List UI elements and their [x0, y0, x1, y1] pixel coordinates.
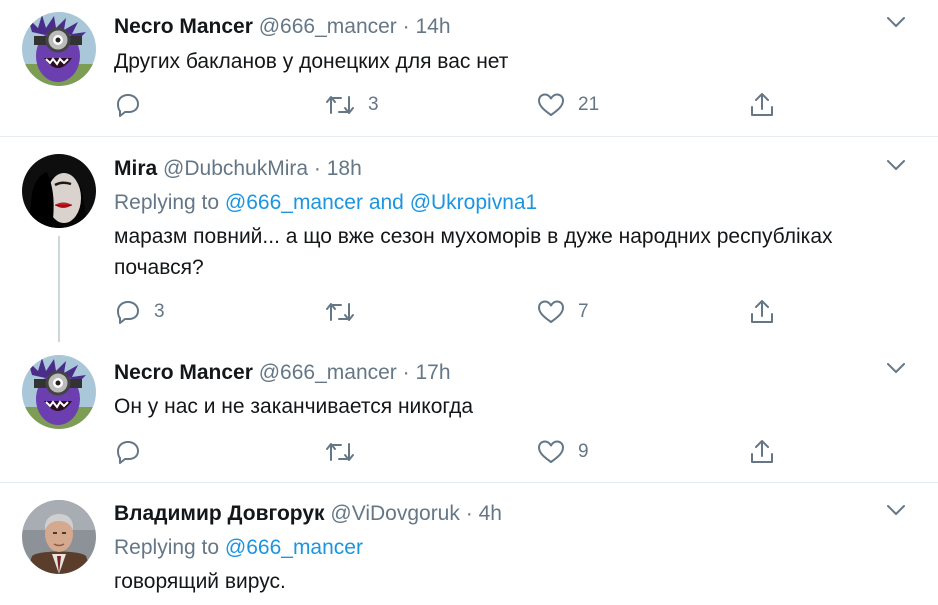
retweet-icon — [326, 303, 354, 321]
like-button[interactable]: 9 — [536, 437, 589, 467]
tweet[interactable]: Necro Mancer @666_mancer · 14h Других ба… — [0, 0, 938, 136]
replying-to: Replying to @666_mancer and @Ukropivna1 — [114, 190, 537, 216]
avatar[interactable] — [22, 355, 96, 429]
retweet-icon — [326, 443, 354, 461]
avatar[interactable] — [22, 500, 96, 574]
share-button[interactable] — [748, 297, 776, 327]
like-count: 21 — [578, 94, 600, 115]
chevron-down-icon[interactable] — [884, 502, 908, 518]
and-others-link[interactable]: and — [369, 191, 404, 214]
handle[interactable]: @ViDovgoruk — [330, 502, 460, 525]
display-name[interactable]: Mira — [114, 157, 157, 180]
timestamp[interactable]: 4h — [479, 502, 502, 525]
handle[interactable]: @666_mancer — [259, 361, 397, 384]
avatar[interactable] — [22, 154, 96, 228]
retweet-button[interactable]: 3 — [324, 90, 379, 120]
share-icon — [751, 440, 773, 463]
reply-button[interactable] — [114, 437, 154, 467]
mention-link[interactable]: @Ukropivna1 — [410, 191, 538, 214]
man-portrait-avatar-image — [22, 500, 96, 574]
avatar[interactable] — [22, 12, 96, 86]
tweet-text: Он у нас и не заканчивается никогда — [114, 395, 474, 418]
red-lips-portrait-avatar-image — [22, 154, 96, 228]
retweet-button[interactable] — [324, 437, 368, 467]
like-icon — [538, 440, 564, 463]
tweet-header: Necro Mancer @666_mancer · 14h — [114, 14, 451, 40]
display-name[interactable]: Necro Mancer — [114, 15, 253, 38]
retweet-icon — [326, 96, 354, 114]
separator-dot: · — [402, 15, 410, 38]
chevron-down-icon[interactable] — [884, 157, 908, 173]
reply-icon — [117, 94, 139, 117]
mention-link[interactable]: @666_mancer — [225, 191, 363, 214]
reply-icon — [117, 441, 139, 464]
tweet-text: маразм повний... а що вже сезон мухоморі… — [114, 225, 833, 279]
reply-icon — [117, 301, 139, 324]
share-button[interactable] — [748, 437, 776, 467]
separator-dot: · — [402, 361, 410, 384]
action-bar: 3 21 — [0, 90, 938, 120]
share-icon — [751, 300, 773, 323]
retweet-count: 3 — [368, 94, 379, 115]
display-name[interactable]: Владимир Довгорук — [114, 502, 325, 525]
timestamp[interactable]: 18h — [327, 157, 362, 180]
share-button[interactable] — [748, 90, 776, 120]
action-bar: 9 — [0, 437, 938, 467]
reply-button[interactable]: 3 — [114, 297, 165, 327]
like-count: 7 — [578, 301, 589, 322]
timestamp[interactable]: 14h — [415, 15, 450, 38]
reply-count: 3 — [154, 301, 165, 322]
mention-link[interactable]: @666_mancer — [225, 536, 363, 559]
tweet[interactable]: Mira @DubchukMira · 18h Replying to @666… — [0, 137, 938, 342]
action-bar: 3 7 — [0, 297, 938, 327]
chevron-down-icon[interactable] — [884, 360, 908, 376]
share-icon — [751, 93, 773, 116]
separator-dot: · — [313, 157, 321, 180]
purple-minion-avatar-image — [22, 12, 96, 86]
timestamp[interactable]: 17h — [415, 361, 450, 384]
replying-to: Replying to @666_mancer — [114, 535, 363, 561]
separator-dot: · — [465, 502, 473, 525]
like-count: 9 — [578, 441, 589, 462]
tweet-header: Necro Mancer @666_mancer · 17h — [114, 360, 451, 386]
chevron-down-icon[interactable] — [884, 14, 908, 30]
handle[interactable]: @666_mancer — [259, 15, 397, 38]
tweet-feed: Necro Mancer @666_mancer · 14h Других ба… — [0, 0, 938, 605]
replying-to-label: Replying to — [114, 191, 220, 214]
tweet-text: Других бакланов у донецких для вас нет — [114, 50, 509, 73]
like-button[interactable]: 21 — [536, 90, 599, 120]
display-name[interactable]: Necro Mancer — [114, 361, 253, 384]
handle[interactable]: @DubchukMira — [163, 157, 308, 180]
like-icon — [538, 300, 564, 323]
tweet[interactable]: Necro Mancer @666_mancer · 17h Он у нас … — [0, 342, 938, 482]
reply-button[interactable] — [114, 90, 154, 120]
like-button[interactable]: 7 — [536, 297, 589, 327]
tweet-header: Mira @DubchukMira · 18h — [114, 156, 362, 182]
tweet-text: говорящий вирус. — [114, 570, 286, 593]
replying-to-label: Replying to — [114, 536, 220, 559]
tweet-header: Владимир Довгорук @ViDovgoruk · 4h — [114, 501, 502, 527]
retweet-button[interactable] — [324, 297, 368, 327]
like-icon — [538, 93, 564, 116]
purple-minion-avatar-image — [22, 355, 96, 429]
tweet[interactable]: Владимир Довгорук @ViDovgoruk · 4h Reply… — [0, 483, 938, 605]
